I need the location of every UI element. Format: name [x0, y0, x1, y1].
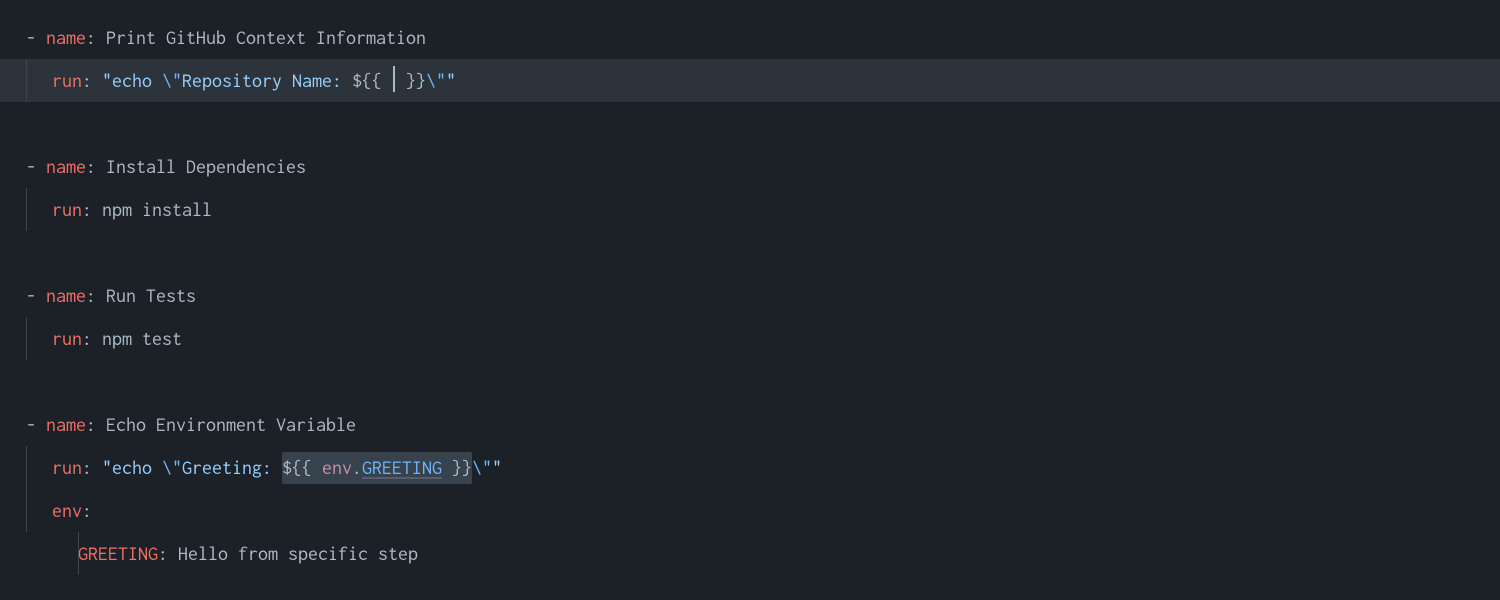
yaml-key-env: env [52, 496, 82, 526]
run-string-close: " [446, 66, 456, 96]
yaml-colon: : [82, 324, 102, 354]
run-string-open: "echo [102, 453, 162, 483]
indent-guide [26, 489, 27, 532]
escape-quote: \" [426, 66, 446, 96]
yaml-key-name: name [46, 23, 86, 53]
run-text: Repository Name: [182, 66, 352, 96]
yaml-colon: : [82, 195, 102, 225]
indent-guide [78, 532, 79, 575]
step-name-value: Install Dependencies [106, 152, 306, 182]
expression-open: ${{ [282, 457, 322, 478]
env-value: Hello from specific step [178, 539, 418, 569]
yaml-env-key: GREETING [78, 539, 158, 569]
yaml-colon: : [86, 281, 106, 311]
indent-guide [26, 446, 27, 489]
yaml-line[interactable]: - name: Install Dependencies [0, 145, 1500, 188]
yaml-line[interactable]: run: "echo \"Greeting: ${{ env.GREETING … [0, 446, 1500, 489]
yaml-line[interactable]: run: npm install [0, 188, 1500, 231]
expression-highlight: ${{ env.GREETING }} [282, 452, 472, 484]
yaml-colon: : [86, 410, 106, 440]
step-name-value: Run Tests [106, 281, 196, 311]
yaml-key-run: run [52, 66, 82, 96]
indent-guide [26, 59, 27, 102]
escape-quote: \" [162, 453, 182, 483]
run-string-open: "echo [102, 66, 162, 96]
yaml-line-active[interactable]: run: "echo \"Repository Name: ${{ }}\"" [0, 59, 1500, 102]
text-cursor [393, 66, 395, 92]
yaml-line[interactable]: - name: Echo Environment Variable [0, 403, 1500, 446]
yaml-colon: : [82, 66, 102, 96]
empty-line[interactable] [0, 102, 1500, 145]
yaml-colon: : [86, 23, 106, 53]
yaml-line[interactable]: - name: Print GitHub Context Information [0, 16, 1500, 59]
run-command: npm test [102, 324, 182, 354]
escape-quote: \" [162, 66, 182, 96]
run-command: npm install [102, 195, 212, 225]
expression-close: }} [396, 66, 426, 96]
yaml-line[interactable]: run: npm test [0, 317, 1500, 360]
list-dash: - [26, 152, 46, 182]
expression-var: env [322, 457, 352, 478]
list-dash: - [26, 410, 46, 440]
yaml-key-run: run [52, 195, 82, 225]
code-editor[interactable]: - name: Print GitHub Context Information… [0, 16, 1500, 575]
expression-dot: . [352, 457, 362, 478]
list-dash: - [26, 281, 46, 311]
yaml-key-name: name [46, 152, 86, 182]
yaml-line[interactable]: - name: Run Tests [0, 274, 1500, 317]
expression-prop: GREETING [362, 457, 442, 478]
step-name-value: Print GitHub Context Information [106, 23, 426, 53]
yaml-key-name: name [46, 281, 86, 311]
yaml-key-name: name [46, 410, 86, 440]
indent-guide [26, 188, 27, 231]
empty-line[interactable] [0, 231, 1500, 274]
run-text: Greeting: [182, 453, 282, 483]
yaml-key-run: run [52, 453, 82, 483]
yaml-key-run: run [52, 324, 82, 354]
step-name-value: Echo Environment Variable [106, 410, 356, 440]
yaml-colon: : [86, 152, 106, 182]
yaml-line[interactable]: env: [0, 489, 1500, 532]
yaml-colon: : [158, 539, 178, 569]
indent-guide [26, 317, 27, 360]
yaml-colon: : [82, 496, 92, 526]
list-dash: - [26, 23, 46, 53]
escape-quote: \" [472, 453, 492, 483]
yaml-colon: : [82, 453, 102, 483]
empty-line[interactable] [0, 360, 1500, 403]
expression-close: }} [442, 457, 472, 478]
expression-open: ${{ [352, 66, 392, 96]
run-string-close: " [492, 453, 502, 483]
yaml-line[interactable]: GREETING: Hello from specific step [0, 532, 1500, 575]
